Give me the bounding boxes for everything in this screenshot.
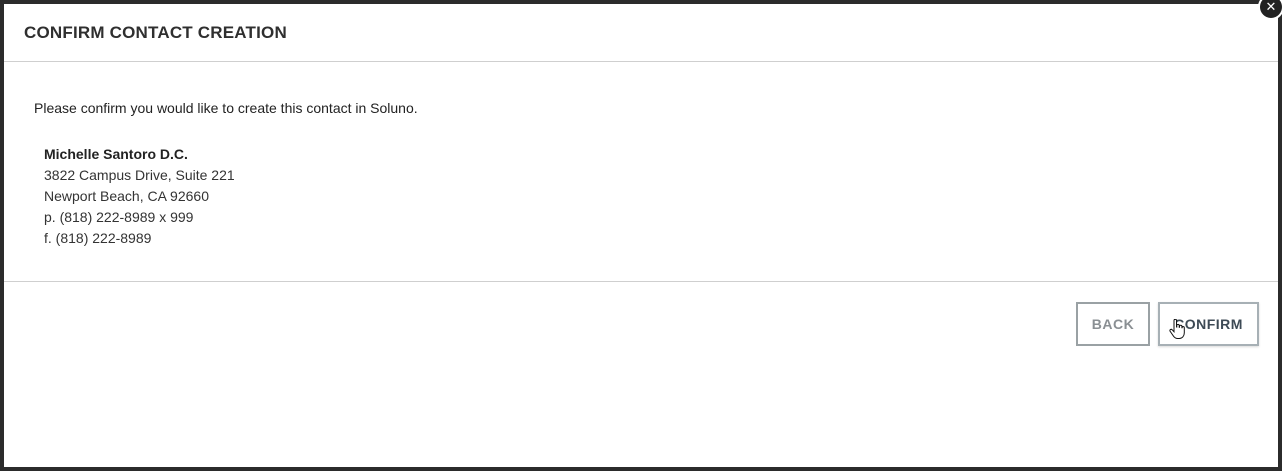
dialog-title: CONFIRM CONTACT CREATION [24, 22, 287, 42]
dialog-body: Please confirm you would like to create … [4, 62, 1278, 282]
contact-phone: p. (818) 222-8989 x 999 [44, 209, 194, 225]
contact-address-line2: Newport Beach, CA 92660 [44, 188, 209, 204]
confirm-button[interactable]: CONFIRM [1158, 302, 1259, 346]
contact-card: Michelle Santoro D.C. 3822 Campus Drive,… [34, 144, 1248, 249]
confirm-message: Please confirm you would like to create … [34, 100, 418, 116]
confirm-contact-dialog: ✕ CONFIRM CONTACT CREATION Please confir… [4, 0, 1282, 467]
contact-fax: f. (818) 222-8989 [44, 230, 152, 246]
back-button[interactable]: BACK [1076, 302, 1150, 346]
dialog-header: CONFIRM CONTACT CREATION [4, 4, 1278, 62]
contact-address-line1: 3822 Campus Drive, Suite 221 [44, 167, 235, 183]
contact-name: Michelle Santoro D.C. [44, 146, 188, 162]
dialog-footer: BACK CONFIRM [4, 282, 1278, 382]
